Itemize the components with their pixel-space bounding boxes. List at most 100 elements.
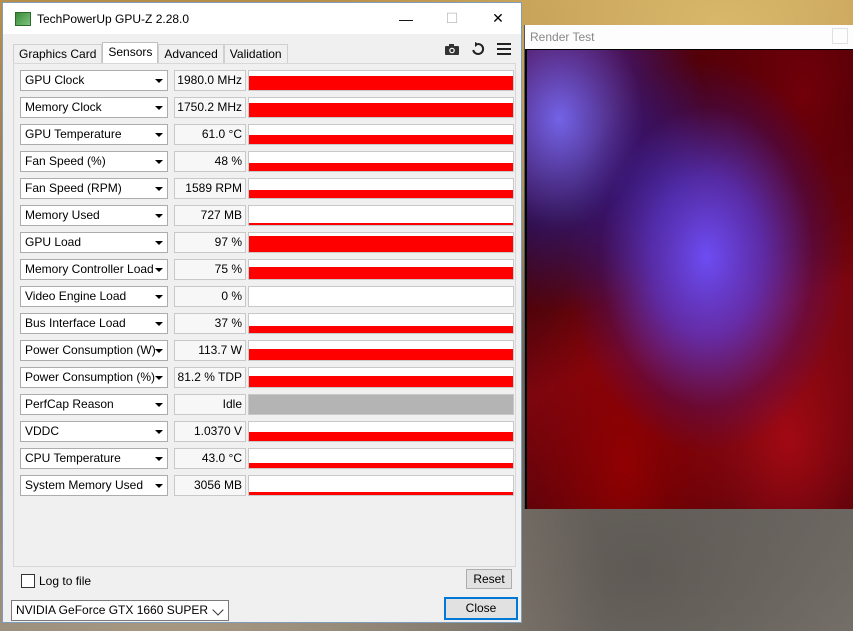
sensor-name-dropdown[interactable]: CPU Temperature [20, 448, 168, 469]
reset-button[interactable]: Reset [466, 569, 512, 589]
sensor-graph-fill [249, 492, 513, 495]
sensor-name-dropdown[interactable]: Video Engine Load [20, 286, 168, 307]
sensor-graph-fill [249, 236, 513, 252]
sensor-name-dropdown[interactable]: Memory Controller Load [20, 259, 168, 280]
render-test-title-bar[interactable]: Render Test [525, 25, 853, 49]
sensor-value: 75 % [174, 259, 246, 280]
gpuz-window: TechPowerUp GPU-Z 2.28.0 — ☐ ✕ Graphics … [2, 2, 522, 623]
sensor-name-label: PerfCap Reason [25, 397, 114, 411]
sensor-name-dropdown[interactable]: Bus Interface Load [20, 313, 168, 334]
sensor-graph-fill [249, 376, 513, 387]
sensor-name-label: GPU Temperature [25, 127, 122, 141]
dropdown-arrow-icon [155, 214, 163, 218]
sensor-value: Idle [174, 394, 246, 415]
close-window-button[interactable]: ✕ [475, 3, 521, 34]
sensor-graph-fill [249, 432, 513, 441]
sensor-panel: GPU Clock 1980.0 MHz Memory Clock 1750.2 MH… [13, 63, 516, 567]
sensor-graph-fill [249, 349, 513, 360]
sensor-row: GPU Temperature 61.0 °C [20, 124, 514, 145]
sensor-name-label: Video Engine Load [25, 289, 127, 303]
sensor-graph [248, 394, 514, 415]
sensor-name-dropdown[interactable]: System Memory Used [20, 475, 168, 496]
menu-icon[interactable] [495, 41, 513, 57]
log-to-file-checkbox[interactable] [21, 574, 35, 588]
sensor-name-dropdown[interactable]: Fan Speed (RPM) [20, 178, 168, 199]
window-title: TechPowerUp GPU-Z 2.28.0 [37, 12, 190, 26]
sensor-name-dropdown[interactable]: Power Consumption (W) [20, 340, 168, 361]
sensor-graph [248, 448, 514, 469]
dropdown-arrow-icon [155, 376, 163, 380]
tab-graphics-card[interactable]: Graphics Card [13, 44, 103, 63]
dropdown-arrow-icon [155, 322, 163, 326]
sensor-name-label: Power Consumption (%) [25, 370, 156, 384]
sensor-name-dropdown[interactable]: Power Consumption (%) [20, 367, 168, 388]
sensor-name-dropdown[interactable]: Memory Clock [20, 97, 168, 118]
tab-sensors[interactable]: Sensors [102, 42, 159, 63]
render-test-window: Render Test [524, 25, 853, 509]
sensor-graph [248, 313, 514, 334]
sensor-name-label: GPU Clock [25, 73, 85, 87]
sensor-value: 1589 RPM [174, 178, 246, 199]
sensor-name-label: VDDC [25, 424, 60, 438]
dropdown-arrow-icon [155, 349, 163, 353]
sensor-graph-fill [249, 190, 513, 198]
sensor-graph [248, 286, 514, 307]
close-button[interactable]: Close [444, 597, 518, 620]
dropdown-arrow-icon [155, 187, 163, 191]
sensor-value: 3056 MB [174, 475, 246, 496]
dropdown-arrow-icon [155, 160, 163, 164]
sensor-row: Video Engine Load 0 % [20, 286, 514, 307]
sensor-name-dropdown[interactable]: GPU Clock [20, 70, 168, 91]
sensor-graph [248, 124, 514, 145]
minimize-button[interactable]: — [383, 3, 429, 34]
gpu-select-value: NVIDIA GeForce GTX 1660 SUPER [16, 603, 209, 617]
sensor-graph-fill [249, 135, 513, 144]
sensor-name-dropdown[interactable]: VDDC [20, 421, 168, 442]
sensor-graph-fill [249, 223, 513, 225]
dropdown-arrow-icon [155, 133, 163, 137]
sensor-row: CPU Temperature 43.0 °C [20, 448, 514, 469]
sensor-graph [248, 475, 514, 496]
sensor-graph-fill [249, 326, 513, 333]
sensor-graph-fill [249, 163, 513, 171]
sensor-value: 43.0 °C [174, 448, 246, 469]
chevron-down-icon [212, 604, 224, 616]
sensor-graph-fill [249, 267, 513, 279]
title-bar[interactable]: TechPowerUp GPU-Z 2.28.0 — ☐ ✕ [3, 3, 521, 34]
sensor-name-dropdown[interactable]: GPU Load [20, 232, 168, 253]
camera-icon[interactable] [443, 41, 461, 57]
sensor-graph [248, 421, 514, 442]
tab-advanced[interactable]: Advanced [158, 44, 224, 63]
sensor-name-label: Fan Speed (RPM) [25, 181, 122, 195]
gpuz-app-icon [15, 12, 31, 26]
sensor-graph-fill [249, 395, 513, 414]
dropdown-arrow-icon [155, 484, 163, 488]
log-to-file-option[interactable]: Log to file [21, 574, 91, 588]
render-test-close-icon[interactable] [832, 28, 848, 44]
sensor-graph [248, 259, 514, 280]
sensor-graph [248, 70, 514, 91]
sensor-value: 97 % [174, 232, 246, 253]
sensor-row: Memory Used 727 MB [20, 205, 514, 226]
sensor-name-dropdown[interactable]: PerfCap Reason [20, 394, 168, 415]
gpu-select-dropdown[interactable]: NVIDIA GeForce GTX 1660 SUPER [11, 600, 229, 621]
sensor-row: GPU Load 97 % [20, 232, 514, 253]
sensor-value: 1750.2 MHz [174, 97, 246, 118]
sensor-graph [248, 178, 514, 199]
sensor-name-label: Fan Speed (%) [25, 154, 106, 168]
dropdown-arrow-icon [155, 430, 163, 434]
sensor-value: 113.7 W [174, 340, 246, 361]
tab-validation[interactable]: Validation [223, 44, 288, 63]
maximize-button[interactable]: ☐ [429, 3, 475, 34]
sensor-graph [248, 97, 514, 118]
sensor-value: 0 % [174, 286, 246, 307]
sensor-name-dropdown[interactable]: GPU Temperature [20, 124, 168, 145]
sensor-name-dropdown[interactable]: Fan Speed (%) [20, 151, 168, 172]
sensor-name-label: CPU Temperature [25, 451, 121, 465]
dropdown-arrow-icon [155, 403, 163, 407]
refresh-icon[interactable] [469, 41, 487, 57]
sensor-graph-fill [249, 76, 513, 90]
sensor-name-dropdown[interactable]: Memory Used [20, 205, 168, 226]
sensor-graph [248, 367, 514, 388]
sensor-row: Power Consumption (W) 113.7 W [20, 340, 514, 361]
